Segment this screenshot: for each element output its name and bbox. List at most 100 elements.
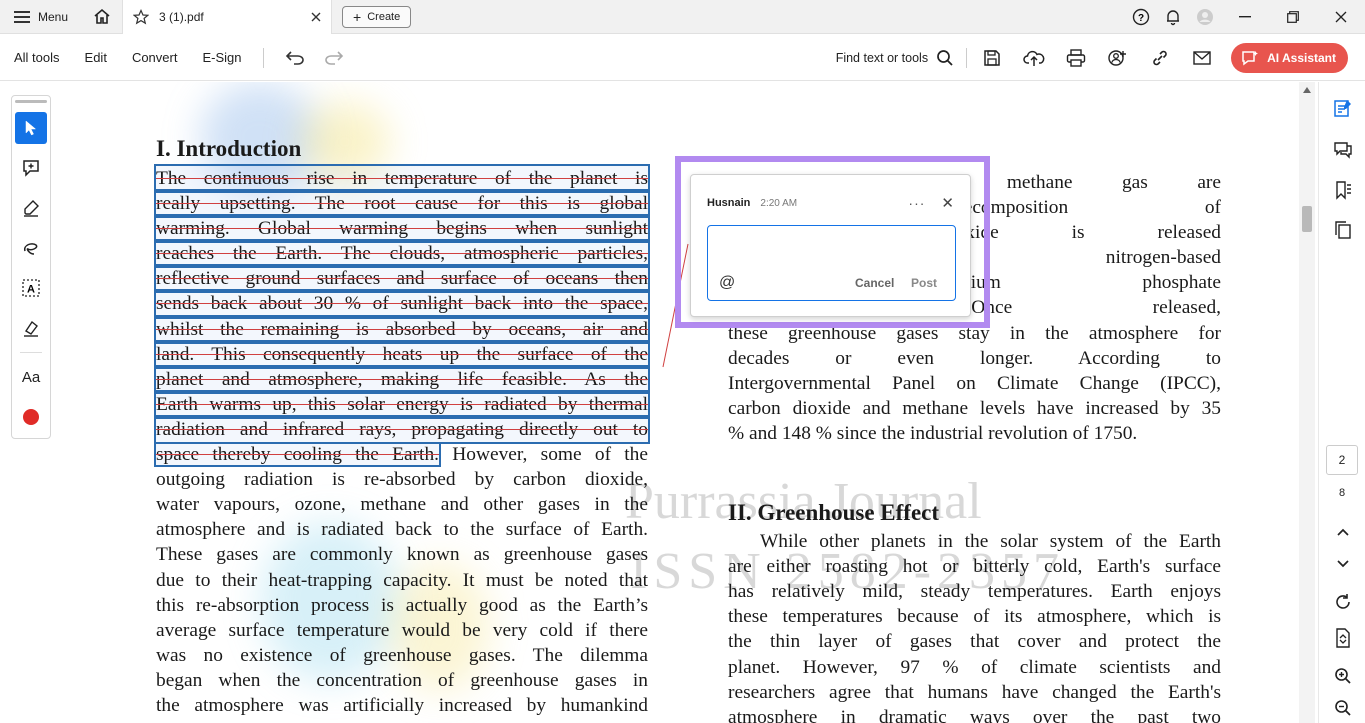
fill-sign-tool[interactable] <box>15 312 47 344</box>
close-tab-icon[interactable] <box>311 12 321 22</box>
link-button[interactable] <box>1139 49 1181 67</box>
close-icon[interactable]: ✕ <box>941 194 954 212</box>
restore-icon <box>1287 10 1299 23</box>
undo-button[interactable] <box>274 50 316 65</box>
next-page-button[interactable] <box>1331 552 1355 576</box>
highlighted-line[interactable]: warming. Global warming begins when sunl… <box>154 214 650 244</box>
color-swatch-icon <box>23 409 39 425</box>
share-user-button[interactable] <box>1097 49 1139 67</box>
text-fragment: However, some of the <box>438 444 648 466</box>
highlighted-line[interactable]: whilst the remaining is absorbed by ocea… <box>154 314 650 344</box>
text-line: Intergovernmental Panel on Climate Chang… <box>728 372 1221 394</box>
highlighted-text[interactable]: whilst the remaining is absorbed by ocea… <box>154 314 650 344</box>
rotate-button[interactable] <box>1331 590 1355 614</box>
all-tools-button[interactable]: All tools <box>0 50 71 65</box>
minimize-button[interactable] <box>1221 0 1269 34</box>
bookmark-icon <box>1336 181 1351 200</box>
highlighted-text[interactable]: radiation and infrared rays, propagating… <box>154 414 650 445</box>
save-button[interactable] <box>971 49 1013 67</box>
text-line: the atmosphere was artificially increase… <box>156 694 648 716</box>
help-button[interactable]: ? <box>1125 8 1157 26</box>
esign-button[interactable]: E-Sign <box>188 50 252 65</box>
menu-button[interactable]: Menu <box>0 0 82 34</box>
redo-button[interactable] <box>316 50 352 65</box>
highlighted-text[interactable]: space thereby cooling the Earth. <box>154 442 441 468</box>
rail-grip[interactable] <box>15 100 47 103</box>
highlighted-text[interactable]: The continuous rise in temperature of th… <box>154 163 650 194</box>
highlighted-line[interactable]: really upsetting. The root cause for thi… <box>154 189 650 219</box>
highlighted-text[interactable]: sends back about 30 % of sunlight back i… <box>154 289 650 319</box>
toolbar-divider-2 <box>966 47 968 68</box>
draw-tool[interactable] <box>15 232 47 264</box>
page-fit-icon <box>1336 628 1350 648</box>
highlighted-text[interactable]: land. This consequently heats up the sur… <box>154 339 650 369</box>
print-button[interactable] <box>1055 48 1097 67</box>
notifications-button[interactable] <box>1157 8 1189 26</box>
edit-button[interactable]: Edit <box>71 50 118 65</box>
current-page-input[interactable]: 2 <box>1326 445 1358 475</box>
text-box-tool[interactable]: A <box>15 272 47 304</box>
svg-text:?: ? <box>1138 13 1144 24</box>
text-line: outgoing radiation is re-absorbed by car… <box>156 469 648 491</box>
comments-panel-button[interactable] <box>1331 96 1355 120</box>
text-line: These gases are commonly known as greenh… <box>156 544 648 566</box>
upload-button[interactable] <box>1013 49 1055 67</box>
email-button[interactable] <box>1181 50 1223 65</box>
highlighted-line[interactable]: reflective ground surfaces and surface o… <box>154 264 650 294</box>
cancel-button[interactable]: Cancel <box>855 276 894 290</box>
scroll-up-arrow-icon[interactable] <box>1303 87 1311 93</box>
scrollbar-thumb[interactable] <box>1302 206 1312 232</box>
plus-icon: + <box>353 8 362 25</box>
highlighted-line[interactable]: Earth warms up, this solar energy is rad… <box>154 389 650 419</box>
page-display-button[interactable] <box>1331 626 1355 650</box>
text-line: began when the concentration of greenhou… <box>156 669 648 691</box>
highlighted-line[interactable]: reaches the Earth. The clouds, atmospher… <box>154 239 650 269</box>
previous-page-button[interactable] <box>1331 520 1355 544</box>
account-button[interactable] <box>1189 8 1221 26</box>
mention-icon[interactable]: @ <box>719 274 735 292</box>
highlighted-line[interactable]: planet and atmosphere, making life feasi… <box>154 364 650 394</box>
close-window-button[interactable] <box>1317 0 1365 34</box>
highlighted-text[interactable]: reflective ground surfaces and surface o… <box>154 264 650 294</box>
ai-assistant-button[interactable]: AI Assistant <box>1231 42 1348 73</box>
comments-list-button[interactable] <box>1331 138 1355 162</box>
text-line: atmosphere and is radiated back to the s… <box>156 519 648 541</box>
vertical-scrollbar[interactable] <box>1299 82 1315 723</box>
chevron-down-icon <box>1337 560 1349 568</box>
create-label: Create <box>367 10 401 23</box>
bookmarks-button[interactable] <box>1331 178 1355 202</box>
highlighted-line[interactable]: The continuous rise in temperature of th… <box>154 163 650 194</box>
highlighted-text[interactable]: warming. Global warming begins when sunl… <box>154 214 650 244</box>
highlight-tool[interactable] <box>15 192 47 224</box>
zoom-out-button[interactable] <box>1331 696 1355 720</box>
restore-button[interactable] <box>1269 0 1317 34</box>
highlighted-line[interactable]: land. This consequently heats up the sur… <box>154 339 650 369</box>
text-style-tool[interactable]: Aa <box>15 361 47 393</box>
select-tool[interactable] <box>15 112 47 144</box>
highlighted-text[interactable]: really upsetting. The root cause for thi… <box>154 189 650 219</box>
highlighted-line[interactable]: radiation and infrared rays, propagating… <box>154 414 650 445</box>
highlighted-text[interactable]: reaches the Earth. The clouds, atmospher… <box>154 239 650 269</box>
save-icon <box>984 49 1000 66</box>
find-text-tools[interactable]: Find text or tools <box>836 49 966 67</box>
color-picker-tool[interactable] <box>15 401 47 433</box>
edit-panel-icon <box>1334 100 1351 117</box>
highlighted-passage[interactable]: The continuous rise in temperature of th… <box>154 163 650 445</box>
highlighted-text[interactable]: planet and atmosphere, making life feasi… <box>154 364 650 394</box>
quick-tools-rail: A Aa <box>11 95 51 439</box>
convert-button[interactable]: Convert <box>118 50 189 65</box>
tab-document[interactable]: 3 (1).pdf <box>122 0 333 34</box>
highlighted-text[interactable]: Earth warms up, this solar energy is rad… <box>154 389 650 419</box>
more-options-icon[interactable]: ··· <box>908 195 925 211</box>
star-icon[interactable] <box>133 8 150 25</box>
add-comment-tool[interactable] <box>15 152 47 184</box>
home-button[interactable] <box>82 0 122 34</box>
rail-divider <box>20 352 42 353</box>
create-button[interactable]: + Create <box>342 5 412 28</box>
zoom-in-icon <box>1335 668 1351 684</box>
highlighted-line[interactable]: sends back about 30 % of sunlight back i… <box>154 289 650 319</box>
post-button[interactable]: Post <box>911 276 937 290</box>
comment-author: Husnain <box>707 197 751 209</box>
zoom-in-button[interactable] <box>1331 664 1355 688</box>
pages-button[interactable] <box>1331 218 1355 242</box>
